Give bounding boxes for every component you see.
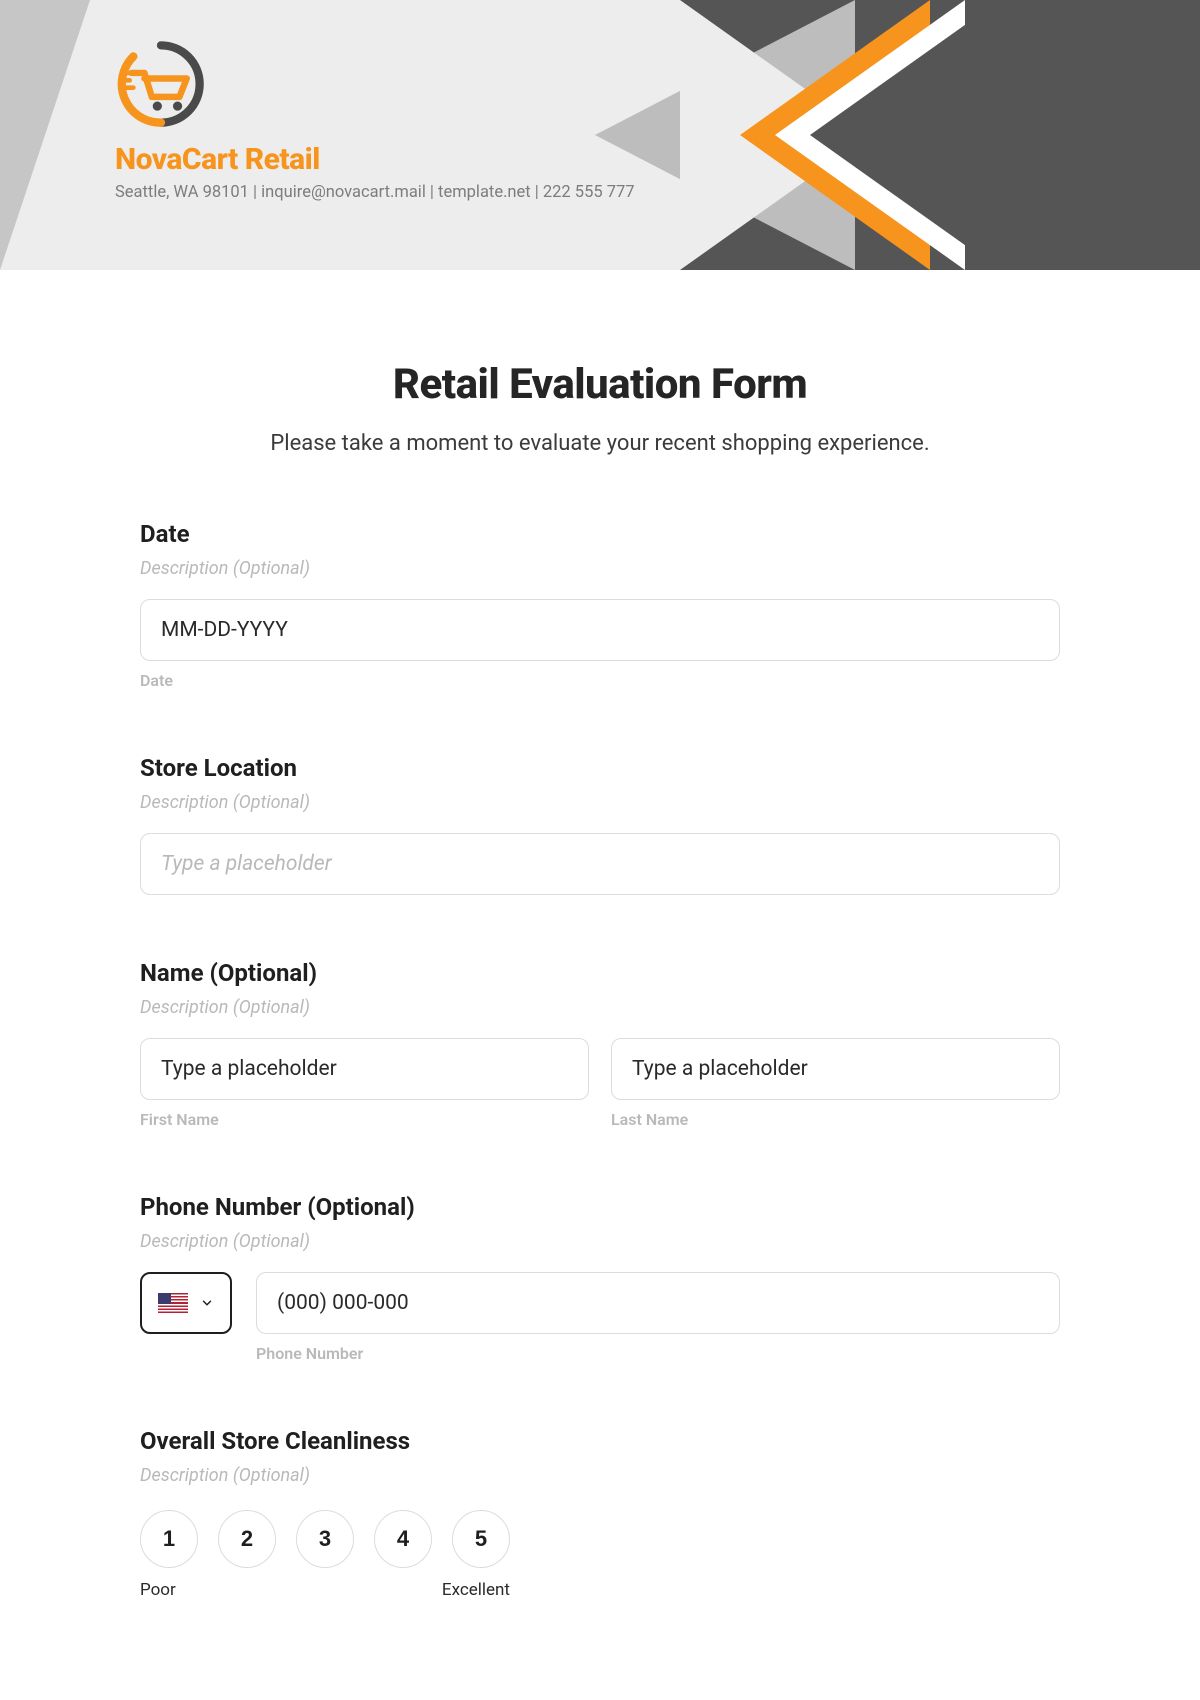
page-title: Retail Evaluation Form bbox=[140, 360, 1060, 409]
us-flag-icon bbox=[158, 1293, 188, 1313]
rating-high-label: Excellent bbox=[442, 1580, 510, 1600]
name-description: Description (Optional) bbox=[140, 997, 1060, 1018]
decor-triangle-left bbox=[0, 0, 90, 270]
phone-sublabel: Phone Number bbox=[256, 1344, 1060, 1363]
country-code-picker[interactable] bbox=[140, 1272, 232, 1334]
rating-2-button[interactable]: 2 bbox=[218, 1510, 276, 1568]
store-description: Description (Optional) bbox=[140, 792, 1060, 813]
rating-row: 1 2 3 4 5 bbox=[140, 1510, 1060, 1568]
chevron-down-icon bbox=[200, 1296, 214, 1310]
date-description: Description (Optional) bbox=[140, 558, 1060, 579]
name-label: Name (Optional) bbox=[140, 959, 1060, 987]
store-label: Store Location bbox=[140, 754, 1060, 782]
brand-block: NovaCart Retail Seattle, WA 98101 | inqu… bbox=[115, 38, 635, 202]
store-location-input[interactable] bbox=[140, 833, 1060, 895]
last-name-sublabel: Last Name bbox=[611, 1110, 1060, 1129]
field-date: Date Description (Optional) Date bbox=[140, 520, 1060, 690]
phone-number-input[interactable] bbox=[256, 1272, 1060, 1334]
brand-subline: Seattle, WA 98101 | inquire@novacart.mai… bbox=[115, 183, 635, 202]
rating-1-button[interactable]: 1 bbox=[140, 1510, 198, 1568]
date-input[interactable] bbox=[140, 599, 1060, 661]
first-name-sublabel: First Name bbox=[140, 1110, 589, 1129]
date-label: Date bbox=[140, 520, 1060, 548]
last-name-input[interactable] bbox=[611, 1038, 1060, 1100]
phone-label: Phone Number (Optional) bbox=[140, 1193, 1060, 1221]
form-container: Retail Evaluation Form Please take a mom… bbox=[120, 270, 1080, 1660]
date-sublabel: Date bbox=[140, 671, 1060, 690]
rating-3-button[interactable]: 3 bbox=[296, 1510, 354, 1568]
brand-name: NovaCart Retail bbox=[115, 142, 635, 177]
cart-logo-icon bbox=[115, 38, 207, 130]
decor-white-chevron-cut bbox=[810, 0, 1000, 270]
first-name-input[interactable] bbox=[140, 1038, 589, 1100]
field-phone: Phone Number (Optional) Description (Opt… bbox=[140, 1193, 1060, 1363]
field-cleanliness: Overall Store Cleanliness Description (O… bbox=[140, 1427, 1060, 1600]
cleanliness-description: Description (Optional) bbox=[140, 1465, 1060, 1486]
phone-description: Description (Optional) bbox=[140, 1231, 1060, 1252]
header-banner: NovaCart Retail Seattle, WA 98101 | inqu… bbox=[0, 0, 1200, 270]
rating-5-button[interactable]: 5 bbox=[452, 1510, 510, 1568]
field-store-location: Store Location Description (Optional) bbox=[140, 754, 1060, 895]
field-name: Name (Optional) Description (Optional) F… bbox=[140, 959, 1060, 1129]
rating-4-button[interactable]: 4 bbox=[374, 1510, 432, 1568]
page-subtitle: Please take a moment to evaluate your re… bbox=[140, 431, 1060, 456]
rating-low-label: Poor bbox=[140, 1580, 176, 1600]
cleanliness-label: Overall Store Cleanliness bbox=[140, 1427, 1060, 1455]
